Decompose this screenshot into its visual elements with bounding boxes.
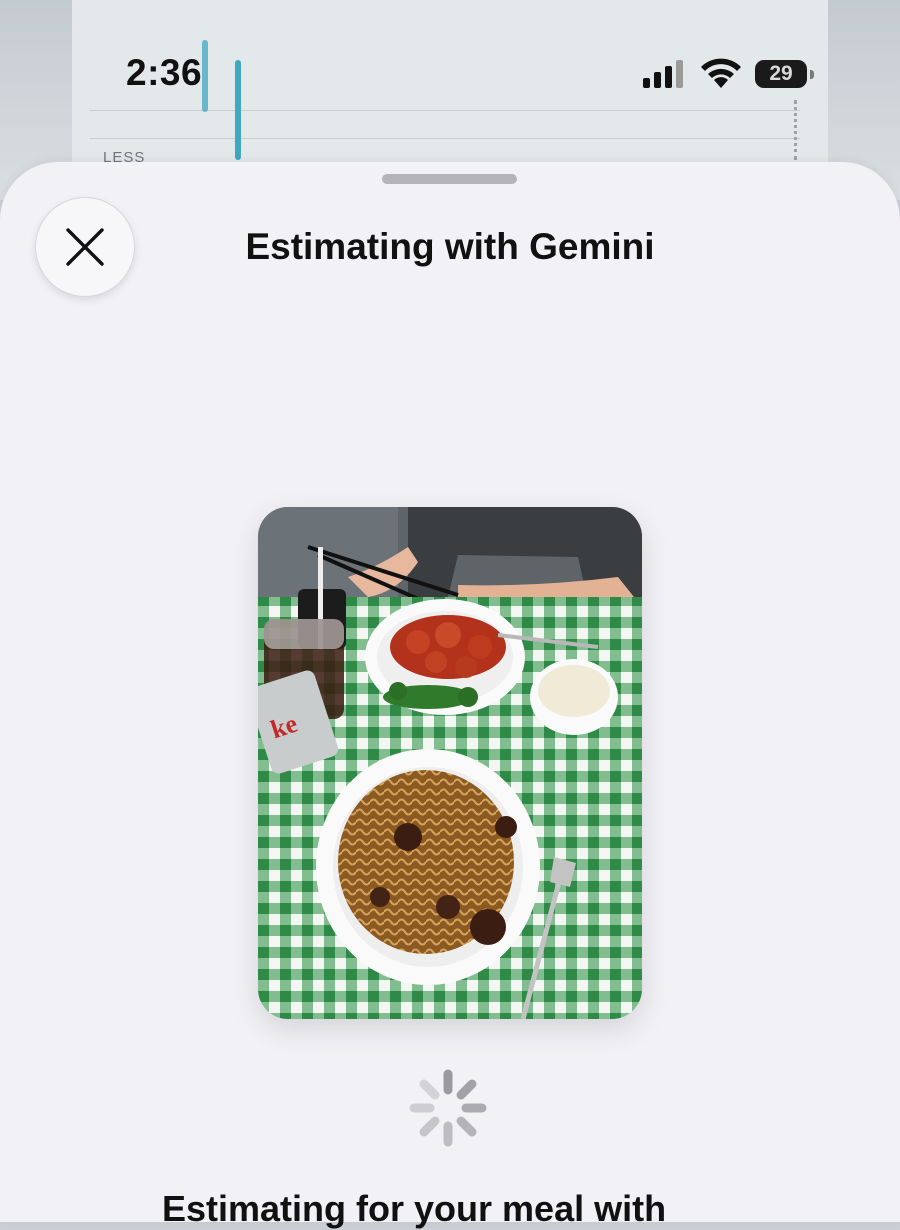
background-bar	[202, 40, 208, 112]
estimate-sheet: Estimating with Gemini ke Estimating for…	[0, 162, 900, 1229]
sheet-title: Estimating with Gemini	[245, 226, 655, 267]
battery-level: 29	[769, 62, 793, 85]
estimating-caption: Estimating for your meal with	[162, 1188, 667, 1229]
background-gridline	[90, 110, 800, 111]
background-dotted-line	[794, 100, 801, 160]
background-bar	[235, 60, 241, 160]
wifi-icon	[701, 58, 741, 88]
background-gridline	[90, 138, 800, 139]
meal-photo: ke	[258, 507, 642, 1019]
meal-photo-illustration: ke	[258, 507, 642, 1019]
status-time: 2:36	[126, 52, 203, 93]
sheet-grabber[interactable]	[382, 174, 517, 184]
battery-nub	[810, 70, 814, 79]
activity-spinner-icon	[409, 1069, 487, 1147]
battery-icon: 29	[755, 60, 814, 88]
status-icons: 29	[643, 54, 814, 94]
signal-icon	[643, 60, 683, 88]
